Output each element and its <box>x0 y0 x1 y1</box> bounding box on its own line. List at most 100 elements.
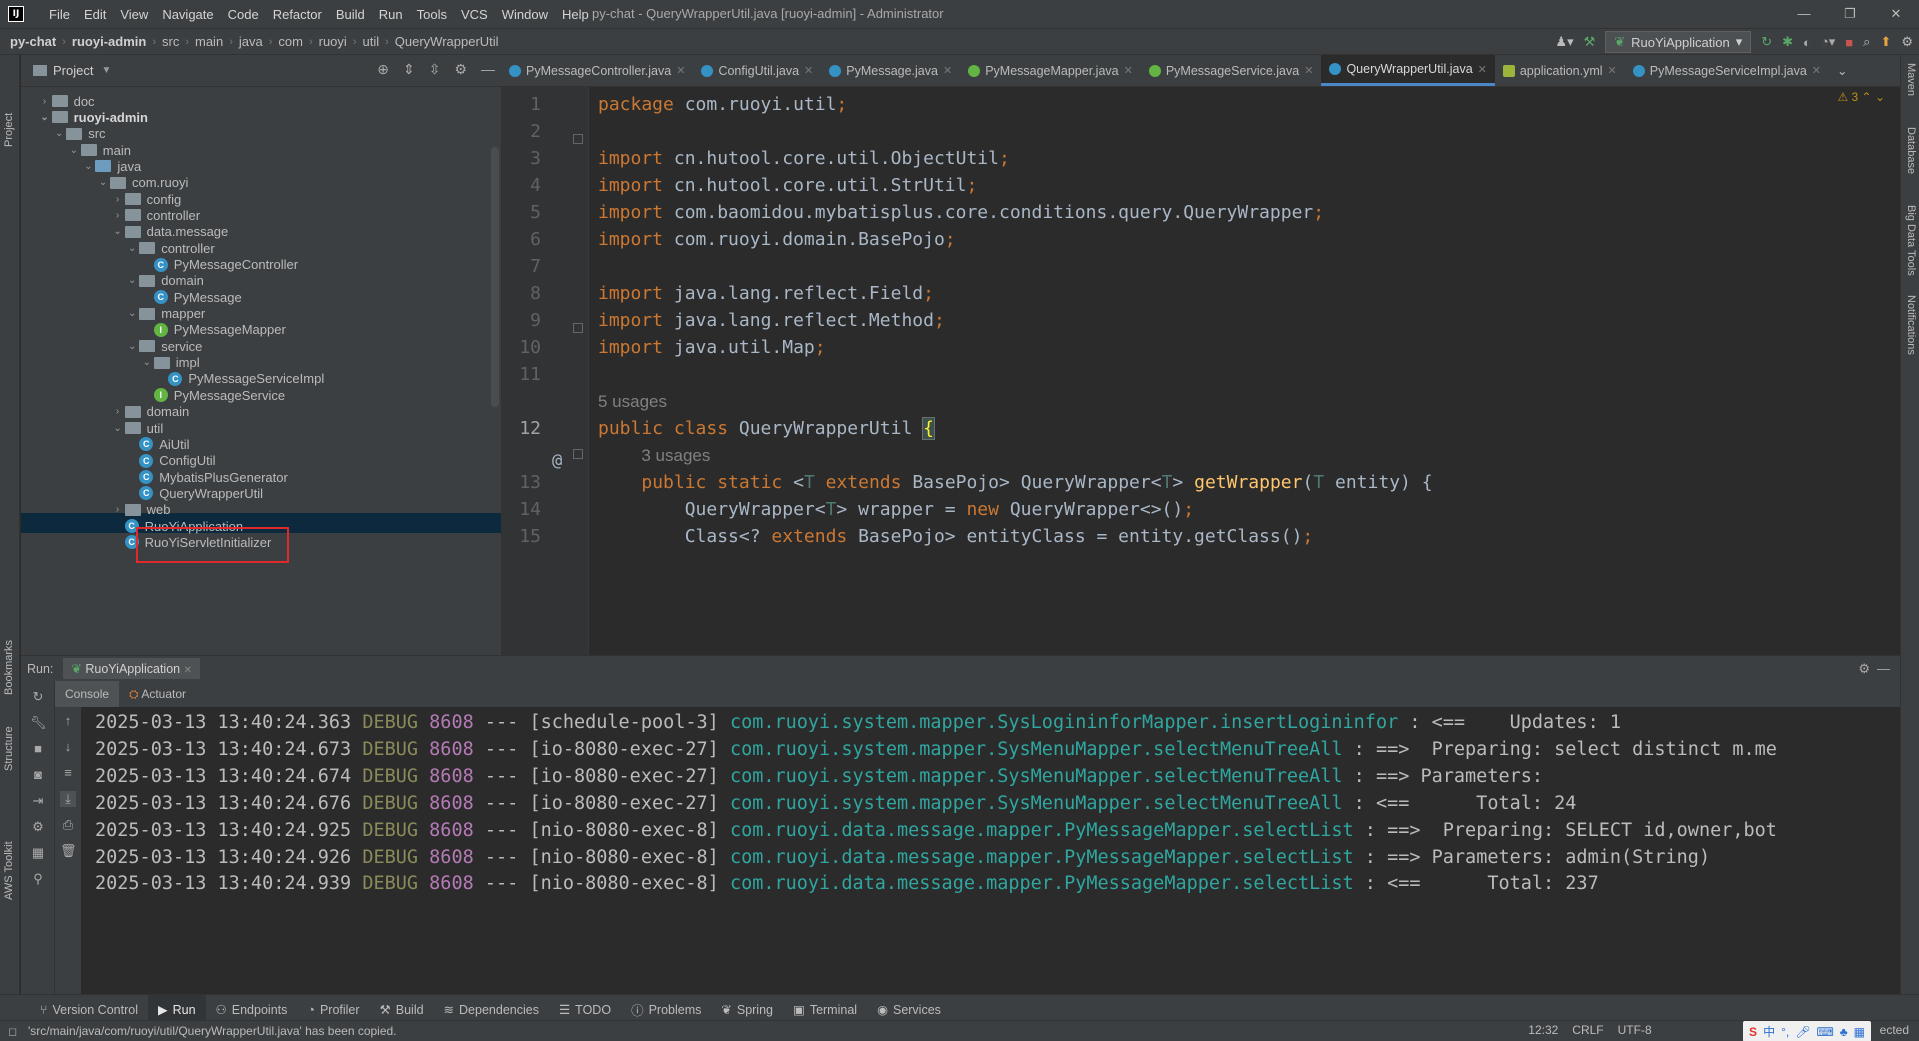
tab-actuator[interactable]: ⛭ Actuator <box>119 681 196 707</box>
tree-scrollbar[interactable] <box>491 147 499 407</box>
soft-wrap-icon[interactable]: ≡ <box>60 765 76 781</box>
breadcrumb-item[interactable]: main <box>195 34 223 49</box>
search-icon[interactable]: ⌕ <box>1863 34 1870 50</box>
console-output[interactable]: 2025-03-13 13:40:24.363 DEBUG 8608 --- [… <box>81 707 1900 1008</box>
toolbox-icon[interactable]: ▦ <box>1854 1025 1865 1039</box>
line-separator[interactable]: CRLF <box>1572 1023 1603 1037</box>
breadcrumb-item[interactable]: ruoyi <box>319 34 347 49</box>
run-tab[interactable]: ❦ RuoYiApplication ✕ <box>63 658 200 679</box>
minimize-button[interactable]: — <box>1781 0 1827 28</box>
caret-position[interactable]: 12:32 <box>1528 1023 1558 1037</box>
chevron-down-icon[interactable]: ⌄ <box>67 145 81 156</box>
editor-tab[interactable]: QueryWrapperUtil.java ✕ <box>1321 55 1495 86</box>
chevron-down-icon[interactable]: ⌄ <box>38 112 52 123</box>
close-icon[interactable]: ✕ <box>1812 64 1821 77</box>
bookmarks-tool-button[interactable]: Bookmarks <box>3 640 15 695</box>
editor-tab[interactable]: PyMessageServiceImpl.java ✕ <box>1625 55 1829 86</box>
menu-refactor[interactable]: Refactor <box>266 7 329 22</box>
scroll-to-end-icon[interactable]: ⤓ <box>60 791 76 807</box>
wrench-icon[interactable]: 🔧︎ <box>30 715 47 731</box>
profiler-icon[interactable]: ◔▾ <box>1821 34 1835 50</box>
close-icon[interactable]: ✕ <box>943 64 952 77</box>
log-logger[interactable]: com.ruoyi.data.message.mapper.PyMessageM… <box>730 873 1354 894</box>
stop-icon[interactable]: ■ <box>30 741 46 757</box>
chevron-right-icon[interactable]: › <box>111 194 125 205</box>
chevron-right-icon[interactable]: › <box>38 96 52 107</box>
print-icon[interactable]: ⎙ <box>60 817 76 833</box>
expand-all-icon[interactable]: ⇕ <box>403 61 415 78</box>
settings-icon[interactable]: ⚙ <box>1901 34 1913 50</box>
hide-icon[interactable]: — <box>1877 661 1890 676</box>
close-button[interactable]: ✕ <box>1873 0 1919 28</box>
breadcrumb-item[interactable]: py-chat <box>10 34 56 49</box>
menu-vcs[interactable]: VCS <box>454 7 495 22</box>
arrow-down-icon[interactable]: ↓ <box>60 739 76 755</box>
chevron-down-icon[interactable]: ⌄ <box>125 243 139 254</box>
skin-icon[interactable]: ♣ <box>1840 1025 1848 1039</box>
editor-tab[interactable]: ConfigUtil.java ✕ <box>693 55 821 86</box>
gear-icon[interactable]: ⚙ <box>454 61 467 78</box>
editor-tab[interactable]: PyMessageService.java ✕ <box>1141 55 1322 86</box>
close-icon[interactable]: ✕ <box>1478 63 1487 76</box>
chevron-right-icon[interactable]: › <box>111 210 125 221</box>
structure-tool-button[interactable]: Structure <box>3 726 15 771</box>
chinese-mode-icon[interactable]: 中 <box>1763 1023 1775 1040</box>
settings-icon[interactable]: ⚙ <box>30 819 46 835</box>
tab-console[interactable]: Console <box>55 681 120 707</box>
close-icon[interactable]: ✕ <box>804 64 813 77</box>
log-logger[interactable]: com.ruoyi.data.message.mapper.PyMessageM… <box>730 847 1354 868</box>
build-hammer-icon[interactable]: ⚒ <box>1584 34 1596 50</box>
menu-code[interactable]: Code <box>221 7 266 22</box>
update-icon[interactable]: ⬆ <box>1880 34 1891 50</box>
breadcrumb-item[interactable]: util <box>362 34 379 49</box>
log-logger[interactable]: com.ruoyi.system.mapper.SysLogininforMap… <box>730 712 1398 733</box>
editor-tab[interactable]: PyMessageMapper.java ✕ <box>960 55 1141 86</box>
chevron-down-icon[interactable]: ⌄ <box>111 423 125 434</box>
editor-tab[interactable]: PyMessage.java ✕ <box>821 55 960 86</box>
breadcrumb-item[interactable]: QueryWrapperUtil <box>395 34 499 49</box>
log-logger[interactable]: com.ruoyi.data.message.mapper.PyMessageM… <box>730 820 1354 841</box>
camera-icon[interactable]: ◙ <box>30 767 46 783</box>
chevron-down-icon[interactable]: ⌄ <box>96 177 110 188</box>
status-toggle-icon[interactable]: ◻ <box>8 1025 17 1038</box>
pin-icon[interactable]: ⚲ <box>30 871 46 887</box>
big-data-tools-button[interactable]: Big Data Tools <box>1905 205 1917 276</box>
project-panel-title[interactable]: Project <box>53 63 93 78</box>
locate-icon[interactable]: ⊕ <box>377 61 389 78</box>
close-icon[interactable]: ✕ <box>676 64 685 77</box>
debug-icon[interactable]: ✱ <box>1782 34 1793 50</box>
rerun-icon[interactable]: ↻ <box>30 689 46 705</box>
breadcrumb-item[interactable]: ruoyi-admin <box>72 34 146 49</box>
hide-icon[interactable]: — <box>481 61 495 78</box>
log-logger[interactable]: com.ruoyi.system.mapper.SysMenuMapper.se… <box>730 793 1343 814</box>
editor-tab[interactable]: PyMessageController.java ✕ <box>501 55 693 86</box>
ime-toolbar[interactable]: S 中 °, 🎤︎ ⌨ ♣ ▦ <box>1743 1021 1871 1041</box>
chevron-down-icon[interactable]: ⌄ <box>111 226 125 237</box>
menu-help[interactable]: Help <box>555 7 596 22</box>
run-configuration-select[interactable]: ❦ RuoYiApplication ▾ <box>1605 31 1752 53</box>
trash-icon[interactable]: 🗑︎ <box>60 843 77 859</box>
chevron-down-icon[interactable]: ⌄ <box>125 308 139 319</box>
menu-view[interactable]: View <box>113 7 155 22</box>
maximize-button[interactable]: ❐ <box>1827 0 1873 28</box>
menu-edit[interactable]: Edit <box>77 7 113 22</box>
chevron-down-icon[interactable]: ▼ <box>101 65 111 76</box>
chevron-right-icon[interactable]: › <box>111 504 125 515</box>
chevron-down-icon[interactable]: ⌄ <box>81 161 95 172</box>
project-tool-button[interactable]: Project <box>3 113 15 147</box>
menu-run[interactable]: Run <box>372 7 410 22</box>
chevron-down-icon[interactable]: ⌄ <box>52 128 66 139</box>
aws-toolkit-tool-button[interactable]: AWS Toolkit <box>3 841 15 900</box>
database-tool-button[interactable]: Database <box>1905 127 1917 174</box>
gear-icon[interactable]: ⚙ <box>1858 661 1870 677</box>
user-icon[interactable]: ♟▾ <box>1555 34 1573 50</box>
file-encoding[interactable]: UTF-8 <box>1618 1023 1652 1037</box>
code-editor[interactable]: 1 2 3 4 5 6 7 8 9 10 11 12 13 14 15 @ package com.ruoyi… <box>501 87 1919 655</box>
chevron-down-icon[interactable]: ⌄ <box>125 341 139 352</box>
arrow-up-icon[interactable]: ↑ <box>60 713 76 729</box>
breadcrumb-item[interactable]: java <box>239 34 263 49</box>
breadcrumb-item[interactable]: com <box>278 34 303 49</box>
tab-overflow-icon[interactable]: ⌄ <box>1829 55 1855 86</box>
close-icon[interactable]: ✕ <box>1124 64 1133 77</box>
notifications-tool-button[interactable]: Notifications <box>1905 295 1917 355</box>
